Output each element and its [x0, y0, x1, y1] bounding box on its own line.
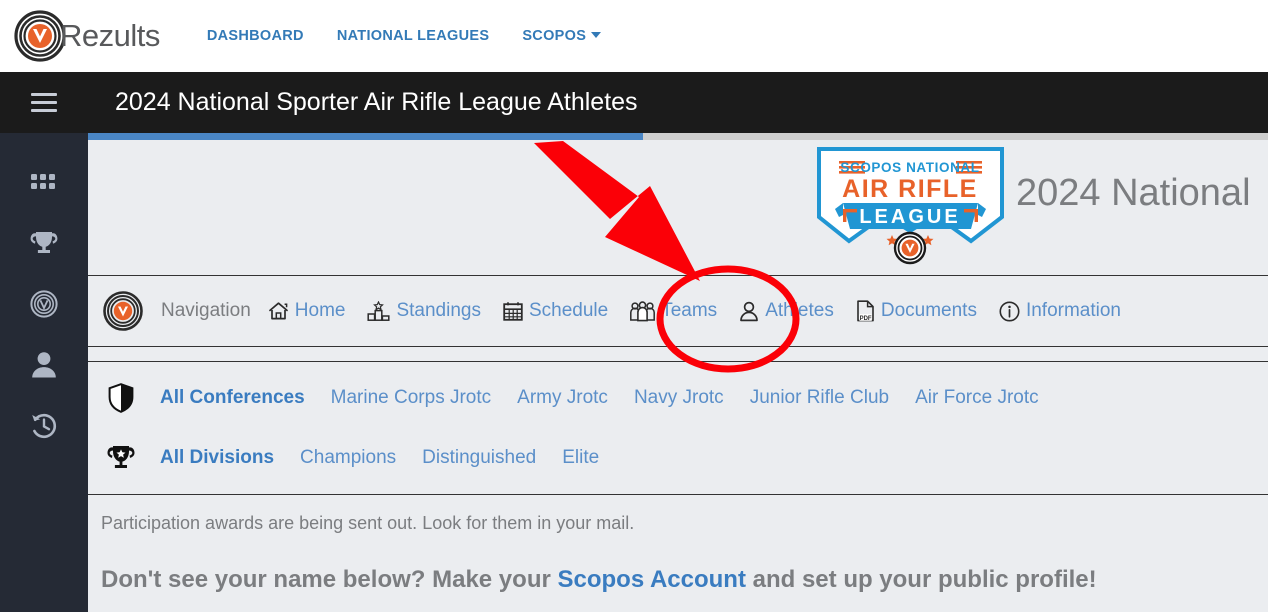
- filter-all-conferences[interactable]: All Conferences: [160, 387, 305, 409]
- participation-note: Participation awards are being sent out.…: [101, 513, 635, 533]
- filter-distinguished[interactable]: Distinguished: [422, 447, 536, 469]
- filter-elite[interactable]: Elite: [562, 447, 599, 469]
- page-header: 2024 National Sporter Air Rifle League A…: [88, 72, 1268, 133]
- podium-icon: [367, 300, 391, 321]
- filter-air-force-jrotc[interactable]: Air Force Jrotc: [915, 387, 1039, 409]
- nav-link-information[interactable]: Information: [999, 300, 1121, 322]
- nav-link-teams-label: Teams: [661, 300, 718, 321]
- page-progress-fill: [88, 133, 643, 140]
- nav-link-standings-label: Standings: [396, 300, 481, 321]
- conference-filter-row: All Conferences Marine Corps Jrotc Army …: [104, 368, 1268, 428]
- topnav-item-dashboard[interactable]: DASHBOARD: [207, 28, 304, 44]
- top-navigation: DASHBOARD NATIONAL LEAGUES SCOPOS: [207, 28, 602, 44]
- brand-name: Rezults: [60, 18, 160, 53]
- nav-link-athletes-label: Athletes: [765, 300, 834, 321]
- account-prompt-suffix: and set up your public profile!: [745, 566, 1097, 593]
- left-sidebar: [0, 72, 88, 612]
- banner-title: 2024 National: [1016, 172, 1251, 214]
- target-bullseye-icon: [14, 10, 66, 62]
- nav-link-teams[interactable]: Teams: [630, 300, 717, 322]
- chevron-down-icon: [591, 32, 602, 38]
- nav-link-home-label: Home: [294, 300, 346, 321]
- nav-link-information-label: Information: [1025, 300, 1121, 321]
- filter-panel: All Conferences Marine Corps Jrotc Army …: [88, 361, 1268, 495]
- nav-link-documents[interactable]: PDF Documents: [856, 300, 977, 322]
- info-circle-icon: [999, 301, 1020, 321]
- league-banner: SCOPOS NATIONAL AIR RIFLE LEAGUE 2024 Na…: [88, 140, 1268, 275]
- top-brand-bar: Rezults DASHBOARD NATIONAL LEAGUES SCOPO…: [0, 0, 1268, 72]
- target-bullseye-icon: [103, 291, 143, 331]
- nav-link-athletes[interactable]: Athletes: [739, 300, 834, 322]
- hamburger-menu-icon[interactable]: [31, 93, 57, 112]
- sidebar-item-competitions[interactable]: [0, 212, 88, 273]
- account-prompt: Don't see your name below? Make your Sco…: [101, 566, 1268, 594]
- division-filter-row: All Divisions Champions Distinguished El…: [104, 428, 1268, 488]
- nav-link-standings[interactable]: Standings: [367, 300, 481, 322]
- svg-text:SCOPOS NATIONAL: SCOPOS NATIONAL: [840, 160, 979, 175]
- calendar-icon: [503, 302, 523, 321]
- people-group-icon: [630, 300, 656, 321]
- trophy-icon: [30, 231, 58, 253]
- nav-link-documents-label: Documents: [880, 300, 977, 321]
- navigation-bar: Navigation Home Standings Schedule Teams…: [88, 275, 1268, 347]
- navigation-label: Navigation: [161, 300, 251, 321]
- person-icon: [32, 352, 56, 378]
- nav-link-schedule[interactable]: Schedule: [503, 300, 608, 322]
- brand[interactable]: Rezults: [14, 10, 160, 62]
- topnav-scopos-label: SCOPOS: [522, 28, 587, 44]
- sidebar-toggle-area[interactable]: [0, 72, 88, 133]
- account-prompt-prefix: Don't see your name below? Make your: [101, 566, 558, 593]
- history-clock-icon: [32, 413, 57, 438]
- filter-all-divisions[interactable]: All Divisions: [160, 447, 274, 469]
- page-title: 2024 National Sporter Air Rifle League A…: [115, 88, 638, 116]
- sidebar-item-apps[interactable]: [0, 151, 88, 212]
- filter-navy-jrotc[interactable]: Navy Jrotc: [634, 387, 724, 409]
- sidebar-item-profile[interactable]: [0, 334, 88, 395]
- topnav-item-scopos[interactable]: SCOPOS: [522, 28, 602, 44]
- sidebar-items: [0, 133, 88, 456]
- filter-army-jrotc[interactable]: Army Jrotc: [517, 387, 608, 409]
- trophy-icon: [104, 443, 138, 473]
- pdf-file-icon: PDF: [857, 300, 874, 322]
- home-icon: [268, 302, 288, 320]
- topnav-item-national-leagues[interactable]: NATIONAL LEAGUES: [337, 28, 490, 44]
- filter-champions[interactable]: Champions: [300, 447, 396, 469]
- sidebar-item-targets[interactable]: [0, 273, 88, 334]
- filter-marine-corps-jrotc[interactable]: Marine Corps Jrotc: [331, 387, 492, 409]
- target-bullseye-icon: [30, 289, 58, 318]
- person-icon: [740, 301, 759, 321]
- sidebar-item-history[interactable]: [0, 395, 88, 456]
- shield-icon: [104, 383, 138, 413]
- content-notes: Participation awards are being sent out.…: [88, 495, 1268, 594]
- nav-link-schedule-label: Schedule: [528, 300, 609, 321]
- svg-text:LEAGUE: LEAGUE: [859, 206, 960, 228]
- scopos-account-link[interactable]: Scopos Account: [557, 566, 745, 593]
- grid-apps-icon: [31, 173, 55, 189]
- air-rifle-league-logo: SCOPOS NATIONAL AIR RIFLE LEAGUE: [817, 147, 1004, 265]
- svg-text:PDF: PDF: [859, 316, 871, 322]
- main-content: 2024 National Sporter Air Rifle League A…: [88, 72, 1268, 612]
- page-progress-bar: [88, 133, 1268, 140]
- app-window: Rezults DASHBOARD NATIONAL LEAGUES SCOPO…: [0, 0, 1268, 612]
- nav-link-home[interactable]: Home: [268, 300, 346, 322]
- filter-junior-rifle-club[interactable]: Junior Rifle Club: [750, 387, 889, 409]
- svg-text:AIR RIFLE: AIR RIFLE: [842, 175, 978, 203]
